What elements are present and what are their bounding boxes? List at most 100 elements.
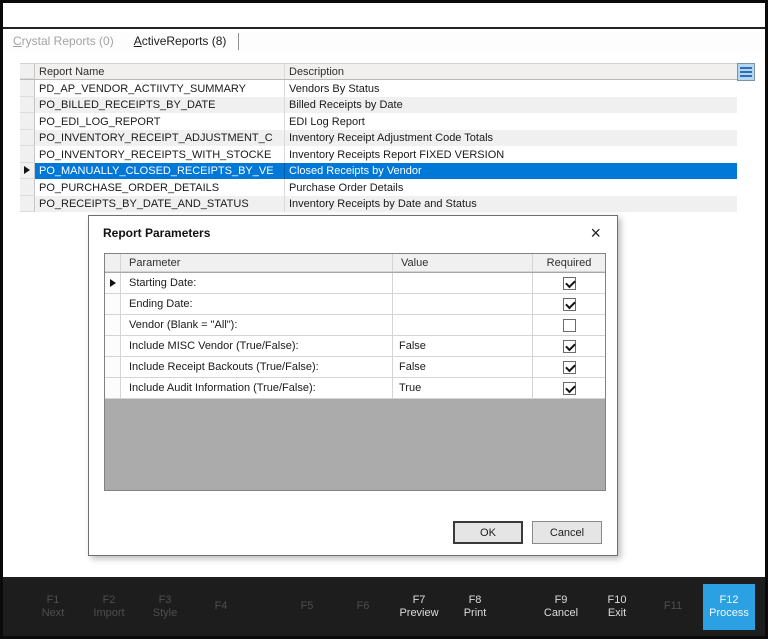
row-indicator-cell: [20, 179, 35, 196]
function-key-f7[interactable]: F7 Preview: [391, 584, 447, 630]
function-key-name: F7: [413, 594, 426, 607]
tab-active-reports[interactable]: ActiveReports (8): [124, 32, 237, 51]
table-row[interactable]: PO_BILLED_RECEIPTS_BY_DATE Billed Receip…: [20, 97, 737, 114]
function-key-name: F4: [215, 600, 228, 613]
close-icon[interactable]: ×: [586, 224, 605, 242]
parameter-row[interactable]: Ending Date:: [105, 294, 605, 315]
table-row[interactable]: PO_RECEIPTS_BY_DATE_AND_STATUS Inventory…: [20, 196, 737, 213]
grid-menu-icon[interactable]: [737, 63, 755, 81]
column-header-required[interactable]: Required: [533, 254, 605, 272]
function-key-f2: F2 Import: [81, 584, 137, 630]
function-key-group: F9 Cancel F10 Exit F11 F12 Process: [533, 584, 757, 630]
function-key-group: F1 Next F2 Import F3 Style F4: [25, 584, 249, 630]
required-checkbox[interactable]: [563, 298, 576, 311]
row-indicator-cell: [105, 273, 121, 294]
parameter-row[interactable]: Include Audit Information (True/False): …: [105, 378, 605, 399]
report-name-cell: PD_AP_VENDOR_ACTIIVTY_SUMMARY: [35, 80, 285, 97]
function-key-label: Process: [709, 607, 749, 620]
table-row[interactable]: PO_MANUALLY_CLOSED_RECEIPTS_BY_VE Closed…: [20, 163, 737, 180]
function-key-f12[interactable]: F12 Process: [703, 584, 755, 630]
function-key-group: F5 F6 F7 Preview F8 Print: [279, 584, 503, 630]
parameter-name-cell: Ending Date:: [121, 294, 393, 315]
row-indicator-cell: [20, 130, 35, 147]
function-key-f4: F4: [193, 584, 249, 630]
parameter-required-cell: [533, 294, 605, 315]
report-description-cell: Inventory Receipts by Date and Status: [285, 196, 737, 213]
row-indicator-cell: [105, 336, 121, 357]
table-row[interactable]: PO_EDI_LOG_REPORT EDI Log Report: [20, 113, 737, 130]
parameter-row[interactable]: Vendor (Blank = "All"):: [105, 315, 605, 336]
function-key-f9[interactable]: F9 Cancel: [533, 584, 589, 630]
ok-button[interactable]: OK: [453, 521, 523, 544]
app-window: Crystal Reports (0) ActiveReports (8) Re…: [0, 0, 768, 639]
parameter-row[interactable]: Starting Date:: [105, 273, 605, 294]
row-indicator-cell: [20, 80, 35, 97]
table-row[interactable]: PD_AP_VENDOR_ACTIIVTY_SUMMARY Vendors By…: [20, 80, 737, 97]
required-checkbox[interactable]: [563, 361, 576, 374]
report-description-cell: EDI Log Report: [285, 113, 737, 130]
parameter-value-cell[interactable]: [393, 315, 533, 336]
report-name-cell: PO_EDI_LOG_REPORT: [35, 113, 285, 130]
table-row[interactable]: PO_PURCHASE_ORDER_DETAILS Purchase Order…: [20, 179, 737, 196]
report-description-cell: Inventory Receipts Report FIXED VERSION: [285, 146, 737, 163]
menu-bar: [3, 3, 765, 29]
tab-crystal-reports[interactable]: Crystal Reports (0): [3, 32, 124, 51]
parameter-required-cell: [533, 273, 605, 294]
dialog-title-bar: Report Parameters ×: [89, 216, 617, 249]
parameter-row[interactable]: Include Receipt Backouts (True/False): F…: [105, 357, 605, 378]
function-key-name: F8: [469, 594, 482, 607]
function-key-label: Preview: [399, 607, 438, 620]
parameter-value-cell[interactable]: False: [393, 357, 533, 378]
function-key-name: F12: [720, 594, 739, 607]
parameter-row[interactable]: Include MISC Vendor (True/False): False: [105, 336, 605, 357]
parameter-name-cell: Include MISC Vendor (True/False):: [121, 336, 393, 357]
function-key-name: F10: [608, 594, 627, 607]
function-key-f10[interactable]: F10 Exit: [589, 584, 645, 630]
required-checkbox[interactable]: [563, 319, 576, 332]
row-indicator-cell: [105, 357, 121, 378]
cancel-button[interactable]: Cancel: [532, 521, 602, 544]
column-header-value[interactable]: Value: [393, 254, 533, 272]
dialog-title: Report Parameters: [103, 226, 586, 240]
row-indicator-cell: [20, 196, 35, 213]
report-description-cell: Closed Receipts by Vendor: [285, 163, 737, 180]
function-key-f8[interactable]: F8 Print: [447, 584, 503, 630]
function-key-label: Cancel: [544, 607, 578, 620]
function-key-label: Exit: [608, 607, 626, 620]
parameter-value-cell[interactable]: False: [393, 336, 533, 357]
column-header-report-name[interactable]: Report Name: [35, 64, 285, 79]
table-row[interactable]: PO_INVENTORY_RECEIPTS_WITH_STOCKE Invent…: [20, 146, 737, 163]
table-row[interactable]: PO_INVENTORY_RECEIPT_ADJUSTMENT_C Invent…: [20, 130, 737, 147]
function-key-f3: F3 Style: [137, 584, 193, 630]
function-key-name: F2: [103, 594, 116, 607]
function-key-name: F1: [47, 594, 60, 607]
report-description-cell: Billed Receipts by Date: [285, 97, 737, 114]
report-description-cell: Vendors By Status: [285, 80, 737, 97]
row-indicator-arrow-icon: [110, 279, 116, 287]
function-key-name: F11: [664, 600, 682, 613]
parameter-value-cell[interactable]: [393, 294, 533, 315]
function-key-f11: F11: [645, 584, 701, 630]
function-key-name: F9: [555, 594, 568, 607]
tab-bar: Crystal Reports (0) ActiveReports (8): [3, 31, 765, 52]
parameter-name-cell: Vendor (Blank = "All"):: [121, 315, 393, 336]
column-header-parameter[interactable]: Parameter: [121, 254, 393, 272]
required-checkbox[interactable]: [563, 277, 576, 290]
function-key-f5: F5: [279, 584, 335, 630]
hamburger-bars-icon: [740, 67, 752, 77]
required-checkbox[interactable]: [563, 340, 576, 353]
required-checkbox[interactable]: [563, 382, 576, 395]
parameter-value-cell[interactable]: True: [393, 378, 533, 399]
param-table-body: Starting Date: Ending Date: Vendor (Blan…: [105, 273, 605, 399]
row-indicator-header-cell: [20, 64, 35, 79]
function-key-bar: F1 Next F2 Import F3 Style F4 F5 F6 F7 P…: [3, 577, 765, 636]
parameter-name-cell: Include Receipt Backouts (True/False):: [121, 357, 393, 378]
report-table-body: PD_AP_VENDOR_ACTIIVTY_SUMMARY Vendors By…: [20, 80, 737, 212]
tab-separator: [238, 33, 239, 50]
report-description-cell: Inventory Receipt Adjustment Code Totals: [285, 130, 737, 147]
row-indicator-arrow-icon: [24, 166, 30, 174]
column-header-description[interactable]: Description: [285, 64, 737, 79]
function-key-label: Next: [42, 607, 65, 620]
parameter-value-cell[interactable]: [393, 273, 533, 294]
row-indicator-cell: [105, 315, 121, 336]
